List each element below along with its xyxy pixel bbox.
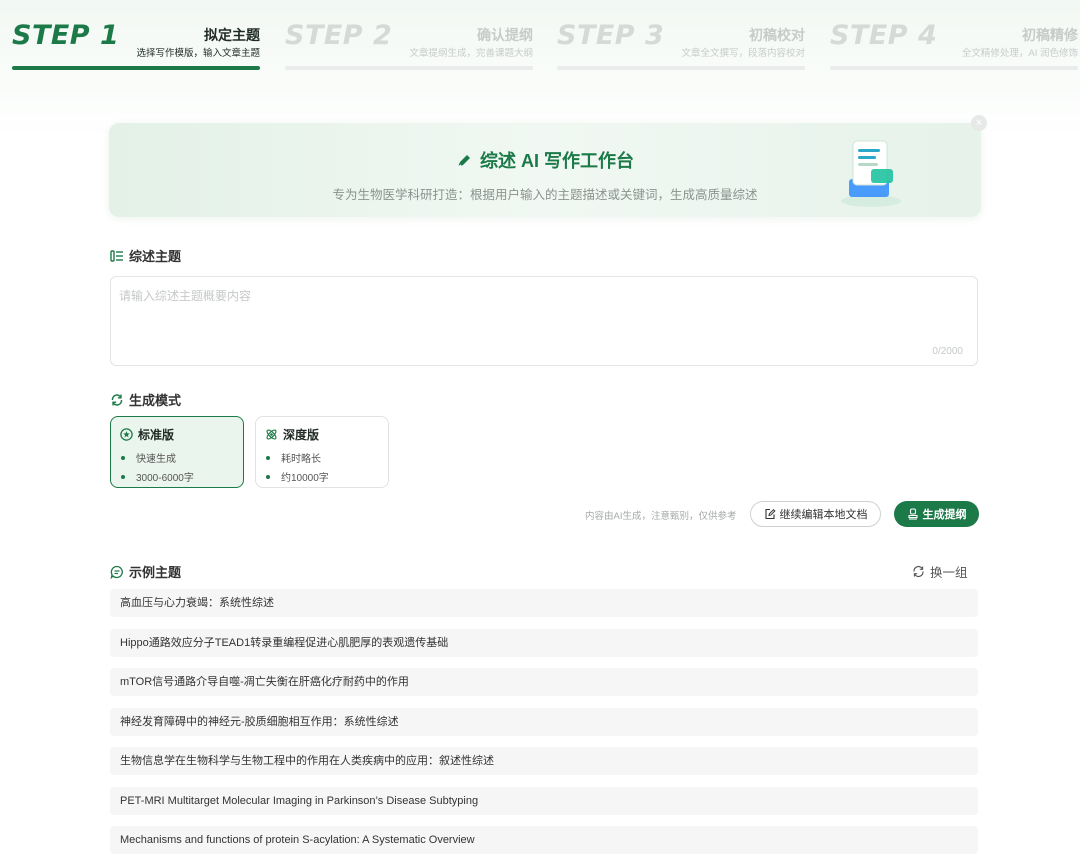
example-topic-item[interactable]: PET-MRI Multitarget Molecular Imaging in…: [110, 786, 978, 815]
step-title: 初稿精修: [1022, 27, 1078, 43]
atom-icon: [266, 429, 277, 440]
step-subtitle: 全文精修处理，AI 润色修饰: [961, 48, 1078, 59]
ai-disclaimer: 内容由AI生成，注意甄别，仅供参考: [585, 511, 737, 522]
step-progress-bar: [830, 66, 1078, 70]
stamp-icon: [907, 508, 918, 520]
banner-title-text: 综述 AI 写作工作台: [479, 151, 634, 171]
mode-deep-card[interactable]: 深度版 耗时略长 约10000字: [255, 416, 389, 488]
step-1[interactable]: STEP 1 拟定主题 选择写作模版，输入文章主题: [12, 18, 260, 72]
close-banner-button[interactable]: ×: [971, 115, 987, 131]
topic-label: 综述主题: [129, 249, 182, 264]
step-2[interactable]: STEP 2 确认提纲 文章提纲生成，完善课题大纲: [285, 18, 533, 72]
step-subtitle: 选择写作模版，输入文章主题: [136, 48, 260, 59]
document-illustration-icon: [841, 140, 901, 207]
refresh-label: 换一组: [930, 566, 968, 580]
example-topic-item[interactable]: mTOR信号通路介导自噬-凋亡失衡在肝癌化疗耐药中的作用: [110, 668, 978, 696]
example-topic-item[interactable]: Mechanisms and functions of protein S-ac…: [110, 826, 978, 854]
continue-edit-local-doc-button[interactable]: 继续编辑本地文档: [750, 501, 881, 527]
chat-bubble-icon: [110, 565, 123, 579]
step-progress: STEP 1 拟定主题 选择写作模版，输入文章主题 STEP 2 确认提纲 文章…: [0, 0, 1080, 80]
char-counter: 0/2000: [932, 346, 963, 357]
topic-heading: 综述主题: [110, 246, 181, 265]
step-number: STEP 1: [12, 20, 120, 51]
example-topic-item[interactable]: 神经发育障碍中的神经元-胶质细胞相互作用：系统性综述: [110, 707, 978, 736]
edit-icon: [764, 508, 776, 520]
mode-name: 标准版: [138, 428, 175, 442]
refresh-examples-button[interactable]: 换一组: [912, 562, 968, 581]
mode-feature: 快速生成: [121, 450, 176, 465]
mode-feature: 耗时略长: [266, 450, 321, 465]
step-progress-bar: [557, 66, 805, 70]
step-4[interactable]: STEP 4 初稿精修 全文精修处理，AI 润色修饰: [830, 18, 1078, 72]
star-badge-icon: [120, 428, 133, 441]
mode-standard-card[interactable]: 标准版 快速生成 3000-6000字: [110, 416, 244, 488]
step-number: STEP 2: [285, 20, 393, 51]
step-number: STEP 3: [557, 20, 665, 51]
topic-input-container: 0/2000: [110, 276, 978, 366]
step-subtitle: 文章提纲生成，完善课题大纲: [409, 48, 533, 59]
refresh-cycle-icon: [111, 393, 123, 406]
refresh-icon: [913, 565, 924, 578]
mode-feature: 3000-6000字: [121, 469, 194, 484]
step-title: 确认提纲: [477, 27, 533, 43]
step-progress-bar: [285, 66, 533, 70]
step-title: 拟定主题: [204, 27, 260, 43]
step-subtitle: 文章全文撰写，段落内容校对: [681, 48, 805, 59]
step-number: STEP 4: [830, 20, 938, 51]
step-3[interactable]: STEP 3 初稿校对 文章全文撰写，段落内容校对: [557, 18, 805, 72]
workbench-banner: 综述 AI 写作工作台 专为生物医学科研打造：根据用户输入的主题描述或关键词，生…: [109, 123, 981, 217]
list-icon: [110, 249, 123, 262]
step-title: 初稿校对: [749, 27, 805, 43]
mode-heading: 生成模式: [110, 390, 181, 409]
generate-outline-label: 生成提纲: [922, 509, 967, 521]
pen-icon: [457, 155, 470, 168]
mode-name: 深度版: [283, 428, 320, 442]
mode-label: 生成模式: [129, 393, 182, 408]
example-topic-item[interactable]: Hippo通路效应分子TEAD1转录重编程促进心肌肥厚的表观遗传基础: [110, 628, 978, 657]
generate-outline-button[interactable]: 生成提纲: [894, 501, 979, 527]
continue-edit-label: 继续编辑本地文档: [779, 509, 868, 521]
mode-title: 深度版: [265, 426, 319, 443]
step-progress-bar: [12, 66, 260, 70]
mode-feature: 约10000字: [266, 469, 329, 484]
examples-label: 示例主题: [129, 565, 182, 580]
examples-heading: 示例主题: [110, 562, 181, 581]
topic-input[interactable]: [111, 277, 977, 365]
example-topic-list: 高血压与心力衰竭：系统性综述 Hippo通路效应分子TEAD1转录重编程促进心肌…: [110, 589, 978, 856]
example-topic-item[interactable]: 高血压与心力衰竭：系统性综述: [110, 589, 978, 617]
example-topic-item[interactable]: 生物信息学在生物科学与生物工程中的作用在人类疾病中的应用：叙述性综述: [110, 747, 978, 775]
mode-title: 标准版: [120, 426, 174, 443]
